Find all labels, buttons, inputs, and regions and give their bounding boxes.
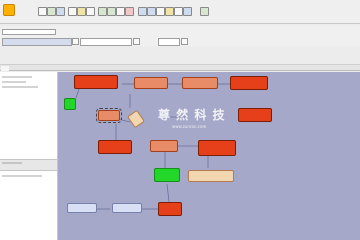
list-item[interactable]	[2, 175, 42, 177]
redo-icon[interactable]	[107, 7, 116, 16]
tab-12[interactable]	[223, 66, 249, 71]
help-icon[interactable]	[200, 7, 209, 16]
filter-row	[0, 26, 360, 46]
list-item[interactable]	[2, 81, 26, 83]
start-node[interactable]	[64, 98, 76, 110]
watermark-url: www.zunran.com	[172, 124, 207, 129]
tab-3[interactable]	[30, 66, 50, 71]
node-process-2[interactable]	[134, 77, 168, 89]
tab-6[interactable]	[89, 66, 109, 71]
layout-icon[interactable]	[174, 7, 183, 16]
tab-11[interactable]	[198, 66, 222, 71]
undo-icon[interactable]	[98, 7, 107, 16]
node-check[interactable]	[154, 168, 180, 182]
middle-filter-input[interactable]	[80, 38, 132, 46]
paste-icon[interactable]	[86, 7, 95, 16]
middle-filter-button[interactable]	[133, 38, 140, 45]
node-process-7[interactable]	[98, 140, 132, 154]
left-filter-button[interactable]	[72, 38, 79, 45]
cut-icon[interactable]	[68, 7, 77, 16]
left-panel	[0, 72, 58, 240]
copy-icon[interactable]	[77, 7, 86, 16]
zoom-out-icon[interactable]	[147, 7, 156, 16]
tab-4[interactable]	[51, 66, 69, 71]
open-icon[interactable]	[47, 7, 56, 16]
end-node[interactable]	[158, 202, 182, 216]
export-icon[interactable]	[183, 7, 192, 16]
panel-splitter-label	[2, 162, 22, 164]
fit-icon[interactable]	[156, 7, 165, 16]
run-icon[interactable]	[116, 7, 125, 16]
node-process-3[interactable]	[182, 77, 218, 89]
tab-9[interactable]	[150, 66, 170, 71]
watermark-text: 尊 然 科 技	[158, 108, 226, 122]
diagram-edges	[75, 83, 230, 210]
edge	[75, 88, 80, 99]
node-process-5[interactable]	[96, 108, 122, 123]
tab-10[interactable]	[171, 66, 197, 71]
tab-bar	[0, 64, 360, 71]
tab-5[interactable]	[70, 66, 88, 71]
left-filter-input[interactable]	[2, 38, 72, 46]
right-filter-button[interactable]	[181, 38, 188, 45]
toolbar	[0, 0, 360, 24]
app-logo-icon	[3, 4, 15, 16]
node-process-8[interactable]	[150, 140, 178, 152]
object-list[interactable]	[0, 72, 57, 160]
grid-icon[interactable]	[165, 7, 174, 16]
tab-13[interactable]	[250, 66, 278, 71]
node-input-1[interactable]	[67, 203, 97, 213]
node-process-4[interactable]	[230, 76, 268, 90]
properties-list[interactable]	[0, 170, 57, 240]
edge	[166, 183, 170, 203]
new-icon[interactable]	[38, 7, 47, 16]
tab-1[interactable]	[1, 66, 9, 71]
diagram-canvas[interactable]	[58, 72, 360, 240]
node-process-9[interactable]	[198, 140, 236, 156]
node-process-1[interactable]	[74, 75, 118, 89]
tab-8[interactable]	[131, 66, 149, 71]
right-filter-input[interactable]	[158, 38, 180, 46]
list-item[interactable]	[2, 76, 32, 78]
stop-icon[interactable]	[125, 7, 134, 16]
save-icon[interactable]	[56, 7, 65, 16]
node-note[interactable]	[188, 170, 234, 182]
tab-2[interactable]	[9, 66, 29, 71]
zoom-in-icon[interactable]	[138, 7, 147, 16]
list-item[interactable]	[2, 86, 38, 88]
tab-7[interactable]	[110, 66, 130, 71]
node-input-2[interactable]	[112, 203, 142, 213]
top-field[interactable]	[2, 29, 56, 35]
